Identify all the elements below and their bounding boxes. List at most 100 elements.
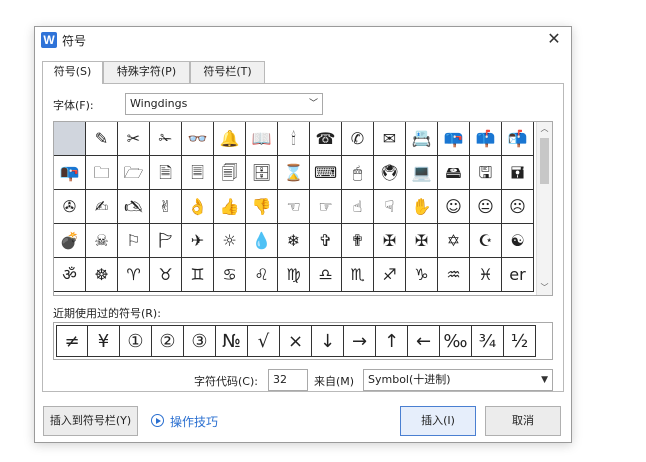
- symbol-cell[interactable]: ♑: [406, 258, 438, 292]
- recent-symbol-cell[interactable]: →: [344, 325, 376, 357]
- symbol-cell[interactable]: 💣: [54, 224, 86, 258]
- recent-symbol-cell[interactable]: ≠: [56, 325, 88, 357]
- recent-symbol-cell[interactable]: ×: [280, 325, 312, 357]
- symbol-cell[interactable]: 📬: [502, 122, 534, 156]
- symbol-cell[interactable]: 👓: [182, 122, 214, 156]
- symbol-cell[interactable]: ♍: [278, 258, 310, 292]
- symbol-cell[interactable]: ☪: [470, 224, 502, 258]
- symbol-cell[interactable]: ✇: [54, 190, 86, 224]
- symbol-cell[interactable]: 🕯: [278, 122, 310, 156]
- symbol-cell[interactable]: 🖴: [438, 156, 470, 190]
- symbol-cell[interactable]: ♓: [470, 258, 502, 292]
- symbol-cell[interactable]: ♒: [438, 258, 470, 292]
- symbol-cell[interactable]: 📫: [470, 122, 502, 156]
- symbol-cell[interactable]: ♌: [246, 258, 278, 292]
- symbol-cell[interactable]: 📭: [54, 156, 86, 190]
- symbol-cell[interactable]: 🗀: [86, 156, 118, 190]
- recent-symbol-cell[interactable]: √: [248, 325, 280, 357]
- symbol-cell[interactable]: 👎: [246, 190, 278, 224]
- symbol-cell[interactable]: ⌨: [310, 156, 342, 190]
- tab-special-chars[interactable]: 特殊字符(P): [103, 61, 190, 83]
- symbol-cell[interactable]: ✍: [86, 190, 118, 224]
- symbol-cell[interactable]: ✟: [342, 224, 374, 258]
- recent-symbol-cell[interactable]: ¥: [88, 325, 120, 357]
- recent-symbol-cell[interactable]: ③: [184, 325, 216, 357]
- symbol-cell[interactable]: 🖬: [502, 156, 534, 190]
- symbol-cell[interactable]: 📪: [438, 122, 470, 156]
- insert-to-symbol-bar-button[interactable]: 插入到符号栏(Y): [43, 406, 138, 436]
- symbol-cell[interactable]: ☝: [342, 190, 374, 224]
- symbol-cell[interactable]: ☠: [86, 224, 118, 258]
- symbol-cell[interactable]: 📖: [246, 122, 278, 156]
- symbol-cell[interactable]: ☯: [502, 224, 534, 258]
- symbol-cell[interactable]: 🏱: [150, 224, 182, 258]
- recent-symbol-cell[interactable]: ①: [120, 325, 152, 357]
- symbol-cell[interactable]: ✉: [374, 122, 406, 156]
- symbol-cell[interactable]: ✁: [150, 122, 182, 156]
- recent-symbol-cell[interactable]: ↓: [312, 325, 344, 357]
- recent-symbol-cell[interactable]: ②: [152, 325, 184, 357]
- symbol-cell[interactable]: ♋: [214, 258, 246, 292]
- font-select[interactable]: Wingdings ﹀: [125, 93, 323, 115]
- char-code-input[interactable]: 32: [268, 369, 308, 391]
- symbol-cell[interactable]: ✡: [438, 224, 470, 258]
- symbol-cell[interactable]: 🗏: [182, 156, 214, 190]
- play-circle-icon[interactable]: [151, 414, 164, 427]
- recent-symbol-cell[interactable]: ‰: [440, 325, 472, 357]
- symbol-cell[interactable]: ⌛: [278, 156, 310, 190]
- symbol-cell[interactable]: 🖫: [470, 156, 502, 190]
- symbol-cell[interactable]: ☜: [278, 190, 310, 224]
- symbol-cell[interactable]: ☸: [86, 258, 118, 292]
- symbol-cell[interactable]: ✎: [86, 122, 118, 156]
- symbol-cell[interactable]: 👍: [214, 190, 246, 224]
- recent-symbol-cell[interactable]: №: [216, 325, 248, 357]
- scrollbar-thumb[interactable]: [540, 138, 549, 184]
- symbol-cell[interactable]: 😐: [470, 190, 502, 224]
- symbol-cell[interactable]: ✆: [342, 122, 374, 156]
- recent-symbol-cell[interactable]: ↑: [376, 325, 408, 357]
- symbol-cell[interactable]: ✠: [406, 224, 438, 258]
- symbol-cell[interactable]: [54, 122, 86, 156]
- symbol-cell[interactable]: 🗄: [246, 156, 278, 190]
- symbol-cell[interactable]: 👌: [182, 190, 214, 224]
- symbol-cell[interactable]: 💻: [406, 156, 438, 190]
- symbol-cell[interactable]: ☟: [374, 190, 406, 224]
- recent-symbol-cell[interactable]: ¾: [472, 325, 504, 357]
- close-icon[interactable]: ✕: [545, 30, 563, 48]
- symbol-cell[interactable]: ✋: [406, 190, 438, 224]
- symbol-cell[interactable]: 🖎: [118, 190, 150, 224]
- insert-button[interactable]: 插入(I): [400, 406, 476, 436]
- symbol-cell[interactable]: ♈: [118, 258, 150, 292]
- scroll-up-icon[interactable]: ︿: [537, 122, 552, 136]
- symbol-cell[interactable]: ✌: [150, 190, 182, 224]
- symbol-cell[interactable]: ♊: [182, 258, 214, 292]
- symbol-cell[interactable]: ♉: [150, 258, 182, 292]
- tab-symbol-bar[interactable]: 符号栏(T): [190, 61, 265, 83]
- symbol-cell[interactable]: 🔔: [214, 122, 246, 156]
- symbol-cell[interactable]: ☞: [310, 190, 342, 224]
- symbol-cell[interactable]: ⚐: [118, 224, 150, 258]
- symbol-cell[interactable]: ☼: [214, 224, 246, 258]
- symbol-cell[interactable]: ✈: [182, 224, 214, 258]
- symbol-cell[interactable]: ☎: [310, 122, 342, 156]
- symbol-cell[interactable]: ✞: [310, 224, 342, 258]
- tips-link[interactable]: 操作技巧: [170, 413, 218, 430]
- recent-symbol-cell[interactable]: ½: [504, 325, 536, 357]
- symbol-cell[interactable]: ✂: [118, 122, 150, 156]
- recent-symbol-cell[interactable]: ←: [408, 325, 440, 357]
- symbol-cell[interactable]: 📇: [406, 122, 438, 156]
- scroll-down-icon[interactable]: ﹀: [537, 281, 552, 295]
- from-select[interactable]: Symbol(十进制) ▼: [363, 369, 553, 391]
- symbol-cell[interactable]: 🖲: [374, 156, 406, 190]
- title-bar[interactable]: W 符号 ✕: [35, 27, 571, 53]
- symbol-cell[interactable]: 🖱: [342, 156, 374, 190]
- tab-symbols[interactable]: 符号(S): [42, 61, 103, 84]
- symbol-cell[interactable]: ☹: [502, 190, 534, 224]
- symbol-cell[interactable]: er: [502, 258, 534, 292]
- symbol-cell[interactable]: ♐: [374, 258, 406, 292]
- symbol-cell[interactable]: ॐ: [54, 258, 86, 292]
- symbol-cell[interactable]: 🗐: [214, 156, 246, 190]
- symbol-cell[interactable]: ♏: [342, 258, 374, 292]
- symbol-cell[interactable]: 🗁: [118, 156, 150, 190]
- symbol-grid-scrollbar[interactable]: ︿ ﹀: [536, 122, 552, 295]
